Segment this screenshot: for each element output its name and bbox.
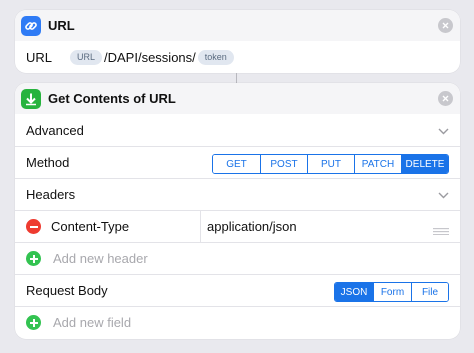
advanced-label: Advanced: [26, 122, 84, 138]
request-body-row: Request Body JSON Form File: [15, 274, 460, 306]
url-field-label: URL: [26, 49, 53, 65]
advanced-row[interactable]: Advanced: [15, 114, 460, 146]
url-variable-token[interactable]: URL: [70, 49, 103, 65]
method-row: Method GET POST PUT PATCH DELETE: [15, 146, 460, 178]
headers-label: Headers: [26, 187, 76, 202]
body-option-form[interactable]: Form: [373, 283, 411, 301]
add-header-placeholder: Add new header: [53, 251, 148, 266]
chevron-down-icon[interactable]: [438, 187, 449, 202]
download-arrow-icon: [21, 88, 41, 109]
add-field-placeholder: Add new field: [53, 315, 132, 330]
get-contents-header: Get Contents of URL: [15, 83, 460, 114]
request-body-segmented-control[interactable]: JSON Form File: [334, 282, 449, 302]
method-label: Method: [26, 155, 70, 170]
request-body-label: Request Body: [26, 283, 108, 298]
url-field-row[interactable]: URL URL /DAPI/sessions/ token: [15, 41, 460, 73]
method-option-put[interactable]: PUT: [307, 155, 354, 173]
add-field-row[interactable]: Add new field: [15, 306, 460, 338]
method-option-get[interactable]: GET: [213, 155, 260, 173]
close-icon[interactable]: [438, 91, 453, 106]
add-header-button[interactable]: [26, 251, 41, 266]
drag-handle-icon[interactable]: [433, 223, 449, 238]
add-field-button[interactable]: [26, 315, 41, 330]
header-item-row: Content-Type application/json: [15, 210, 460, 242]
chevron-down-icon[interactable]: [438, 123, 449, 138]
add-header-row[interactable]: Add new header: [15, 242, 460, 274]
link-icon: [21, 15, 41, 36]
get-contents-action-card: Get Contents of URL Advanced Method GET …: [15, 83, 460, 339]
get-contents-title: Get Contents of URL: [48, 91, 176, 106]
remove-header-button[interactable]: [26, 219, 41, 234]
close-icon[interactable]: [438, 18, 453, 33]
method-option-patch[interactable]: PATCH: [354, 155, 401, 173]
body-option-json[interactable]: JSON: [335, 283, 373, 301]
token-variable-token[interactable]: token: [197, 49, 234, 65]
header-divider: [200, 211, 201, 242]
headers-row[interactable]: Headers: [15, 178, 460, 210]
url-action-header: URL: [15, 10, 460, 41]
url-action-card: URL URL URL /DAPI/sessions/ token: [15, 10, 460, 73]
method-segmented-control[interactable]: GET POST PUT PATCH DELETE: [212, 154, 449, 174]
header-value[interactable]: application/json: [207, 219, 297, 234]
body-option-file[interactable]: File: [411, 283, 448, 301]
action-connector: [236, 73, 237, 83]
header-key[interactable]: Content-Type: [51, 219, 201, 234]
url-action-title: URL: [48, 18, 75, 33]
url-path-text[interactable]: /DAPI/sessions/: [104, 50, 196, 65]
method-option-delete[interactable]: DELETE: [401, 155, 448, 173]
method-option-post[interactable]: POST: [260, 155, 307, 173]
